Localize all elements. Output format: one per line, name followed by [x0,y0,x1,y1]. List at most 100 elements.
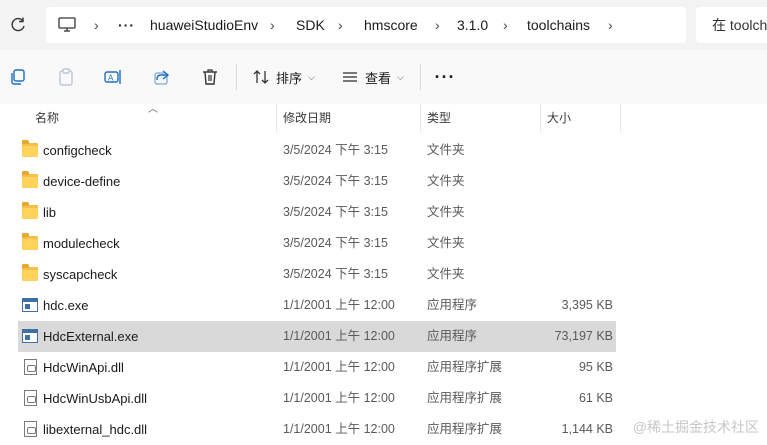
sort-button[interactable]: 排序 ⌵ [252,62,315,92]
file-date: 3/5/2024 下午 3:15 [283,143,388,157]
file-name: lib [43,205,57,220]
share-icon [154,70,170,85]
exe-icon [22,329,38,343]
copy-icon [11,69,25,85]
file-row-syscapcheck[interactable]: syscapcheck 3/5/2024 下午 3:15 文件夹 [18,259,616,290]
file-row-libexternal-hdc-dll[interactable]: libexternal_hdc.dll 1/1/2001 上午 12:00 应用… [18,414,616,445]
file-date: 1/1/2001 上午 12:00 [283,329,395,343]
file-name: HdcWinApi.dll [43,360,124,375]
view-icon [343,72,357,82]
file-type: 应用程序扩展 [427,360,503,374]
file-row-hdcwinusbapi-dll[interactable]: HdcWinUsbApi.dll 1/1/2001 上午 12:00 应用程序扩… [18,383,616,414]
rename-button[interactable]: A [98,62,130,92]
file-type: 文件夹 [427,267,465,281]
sort-ascending-icon: ︿ [148,104,158,115]
folder-icon [22,264,38,281]
file-type: 文件夹 [427,143,465,157]
chevron-right-icon: › [435,17,440,33]
file-size: 1,144 KB [561,422,613,436]
delete-button[interactable] [194,62,226,92]
svg-text:A: A [108,74,114,83]
file-size: 61 KB [578,391,613,405]
breadcrumb-item-sdk[interactable]: SDK [296,7,325,43]
file-name: HdcExternal.exe [43,329,139,344]
exe-icon [22,298,38,312]
view-button[interactable]: 查看 ⌵ [341,62,404,92]
column-divider[interactable] [276,104,277,132]
file-date: 1/1/2001 上午 12:00 [283,391,395,405]
file-row-hdcwinapi-dll[interactable]: HdcWinApi.dll 1/1/2001 上午 12:00 应用程序扩展 9… [18,352,616,383]
file-name: hdc.exe [43,298,89,313]
view-label: 查看 [365,70,392,86]
file-row-hdc-exe[interactable]: hdc.exe 1/1/2001 上午 12:00 应用程序 3,395 KB [18,290,616,321]
file-row-modulecheck[interactable]: modulecheck 3/5/2024 下午 3:15 文件夹 [18,228,616,259]
breadcrumb-overflow-button[interactable]: ··· [118,7,135,43]
dll-icon [24,359,37,375]
breadcrumb-item-toolchains[interactable]: toolchains [527,7,590,43]
file-name: syscapcheck [43,267,118,282]
breadcrumb-item-huaweistudioenv[interactable]: huaweiStudioEnv [150,7,258,43]
address-bar-region: › ··· huaweiStudioEnv › SDK › hmscore › … [0,0,767,50]
more-options-button[interactable]: ··· [433,62,457,92]
file-date: 3/5/2024 下午 3:15 [283,236,388,250]
column-divider[interactable] [420,104,421,132]
dll-icon [24,421,37,437]
search-placeholder: 在 toolch [712,17,767,33]
column-header-row: ︿ 名称 修改日期 类型 大小 [0,104,767,132]
column-header-name[interactable]: 名称 [35,104,59,132]
breadcrumb-item-version[interactable]: 3.1.0 [457,7,488,43]
file-date: 3/5/2024 下午 3:15 [283,205,388,219]
file-name: configcheck [43,143,112,158]
file-type: 文件夹 [427,174,465,188]
file-row-hdcexternal-exe[interactable]: HdcExternal.exe 1/1/2001 上午 12:00 应用程序 7… [18,321,616,352]
file-date: 3/5/2024 下午 3:15 [283,174,388,188]
search-input[interactable]: 在 toolch [696,7,767,43]
folder-icon [22,233,38,250]
refresh-button[interactable] [8,15,28,35]
file-date: 1/1/2001 上午 12:00 [283,422,395,436]
chevron-right-icon: › [270,17,275,33]
sort-icon [253,70,269,84]
sort-label: 排序 [276,70,303,86]
breadcrumb-item-hmscore[interactable]: hmscore [364,7,418,43]
folder-icon [22,140,38,157]
file-row-configcheck[interactable]: configcheck 3/5/2024 下午 3:15 文件夹 [18,135,616,166]
column-divider[interactable] [540,104,541,132]
file-list: ︿ 名称 修改日期 类型 大小 configcheck 3/5/2024 下午 … [0,104,767,441]
file-row-device-define[interactable]: device-define 3/5/2024 下午 3:15 文件夹 [18,166,616,197]
share-button[interactable] [146,62,178,92]
column-header-type[interactable]: 类型 [427,104,451,132]
folder-icon [22,202,38,219]
file-type: 文件夹 [427,205,465,219]
chevron-down-icon: ⌵ [308,71,315,82]
trash-icon [203,69,217,85]
watermark: @稀土掘金技术社区 [632,419,759,435]
file-type: 应用程序 [427,298,478,312]
paste-icon [59,68,73,86]
file-size: 3,395 KB [561,298,613,312]
command-bar: A 排序 ⌵ 查看 ⌵ ··· [0,50,767,104]
file-type: 应用程序 [427,329,478,343]
toolbar-divider [420,64,421,90]
file-size: 95 KB [578,360,613,374]
chevron-right-icon[interactable]: › [608,7,613,43]
file-name: HdcWinUsbApi.dll [43,391,148,406]
dll-icon [24,390,37,406]
paste-button[interactable] [50,62,82,92]
chevron-right-icon: › [338,17,343,33]
file-row-lib[interactable]: lib 3/5/2024 下午 3:15 文件夹 [18,197,616,228]
file-type: 应用程序扩展 [427,391,503,405]
breadcrumb[interactable]: › ··· huaweiStudioEnv › SDK › hmscore › … [46,7,686,43]
toolbar-divider [236,64,237,90]
file-type: 文件夹 [427,236,465,250]
column-header-size[interactable]: 大小 [547,104,571,132]
rename-icon: A [104,70,121,84]
chevron-down-icon: ⌵ [397,71,404,82]
chevron-right-icon: › [94,17,99,33]
column-divider[interactable] [620,104,621,132]
computer-icon [58,17,76,32]
column-header-date[interactable]: 修改日期 [283,104,331,132]
file-type: 应用程序扩展 [427,422,503,436]
file-name: modulecheck [43,236,120,251]
copy-button[interactable] [2,62,34,92]
